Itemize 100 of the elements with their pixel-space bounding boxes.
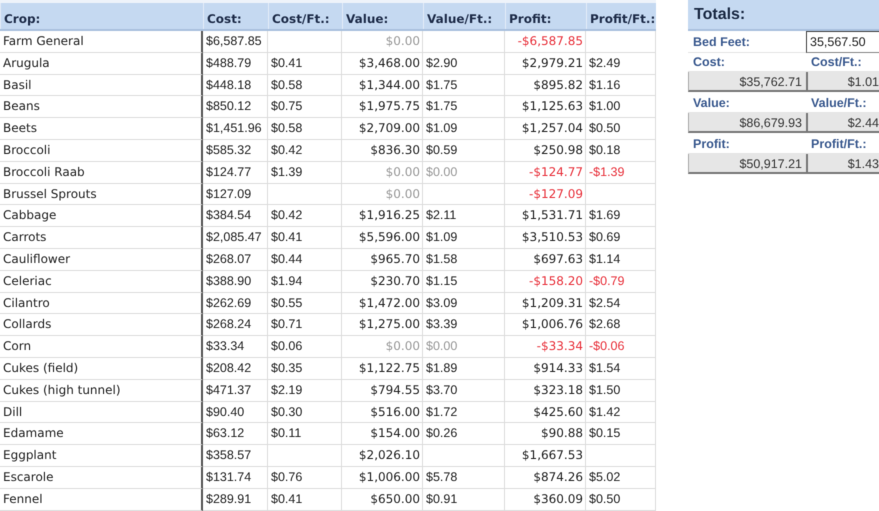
table-cell: $33.34	[203, 336, 268, 358]
table-cell: $5,596.00	[342, 227, 423, 249]
table-cell: Edamame	[0, 423, 203, 446]
total-value: $86,679.93	[688, 112, 806, 132]
table-cell: $488.79	[203, 52, 268, 75]
table-cell: $3,468.00	[342, 52, 423, 75]
table-cell: $3.09	[423, 292, 505, 314]
table-cell: $90.40	[203, 402, 268, 424]
table-cell: $1.54	[586, 358, 656, 380]
total-value: $1.43	[806, 154, 879, 174]
table-cell: $1.14	[586, 248, 656, 271]
column-header: Cost:	[203, 3, 268, 29]
table-cell: $230.70	[342, 270, 423, 293]
table-cell: $268.24	[203, 314, 268, 336]
table-cell: $1,006.00	[342, 466, 423, 489]
table-cell: -$0.79	[586, 270, 656, 293]
table-cell: $1,275.00	[342, 314, 423, 336]
table-cell: $874.26	[505, 466, 586, 489]
table-cell: $1,257.04	[505, 118, 586, 140]
table-cell: $0.00	[423, 162, 505, 184]
table-cell: Brussel Sprouts	[0, 184, 203, 206]
table-cell: $895.82	[505, 74, 586, 96]
table-cell: $63.12	[203, 423, 268, 446]
table-cell: $1,451.96	[203, 118, 268, 140]
table-cell: Dill	[0, 402, 203, 424]
table-cell: $0.55	[268, 292, 342, 314]
table-cell: $1.69	[586, 205, 656, 228]
table-cell: Fennel	[0, 488, 203, 511]
table-cell: $5.78	[423, 466, 505, 489]
table-cell: $2,709.00	[342, 118, 423, 140]
table-cell: $2.90	[423, 52, 505, 75]
table-cell: $90.88	[505, 423, 586, 446]
table-cell: $0.44	[268, 248, 342, 271]
table-cell: Carrots	[0, 227, 203, 249]
table-cell: Broccoli Raab	[0, 162, 203, 184]
table-cell: $208.42	[203, 358, 268, 380]
column-header: Value:	[342, 3, 423, 29]
table-cell: $0.00	[342, 336, 423, 358]
table-cell: $1.16	[586, 74, 656, 96]
table-cell: Cukes (high tunnel)	[0, 380, 203, 402]
table-cell: Basil	[0, 74, 203, 96]
table-cell: $1.09	[423, 118, 505, 140]
total-label: Bed Feet:	[688, 31, 806, 52]
table-cell: $0.00	[423, 336, 505, 358]
table-cell: Cauliflower	[0, 248, 203, 271]
table-cell: $794.55	[342, 380, 423, 402]
table-cell: -$6,587.85	[505, 31, 586, 53]
column-header: Value/Ft.:	[423, 3, 505, 29]
table-cell: $425.60	[505, 402, 586, 424]
table-cell: $360.09	[505, 488, 586, 511]
table-cell: $516.00	[342, 402, 423, 424]
table-cell: Cukes (field)	[0, 358, 203, 380]
table-cell: $1,472.00	[342, 292, 423, 314]
table-cell: $0.11	[268, 423, 342, 446]
table-cell: $388.90	[203, 270, 268, 293]
table-cell: $0.00	[342, 162, 423, 184]
table-cell: $2.19	[268, 380, 342, 402]
table-cell: $2,026.10	[342, 445, 423, 467]
table-cell: Beets	[0, 118, 203, 140]
table-cell: $1.58	[423, 248, 505, 271]
table-cell: $262.69	[203, 292, 268, 314]
table-cell: $850.12	[203, 96, 268, 118]
table-cell: -$158.20	[505, 270, 586, 293]
table-cell: $154.00	[342, 423, 423, 446]
column-header: Crop:	[0, 3, 203, 29]
total-value: $2.44	[806, 112, 879, 132]
table-cell: $0.18	[586, 140, 656, 162]
table-cell: $2.68	[586, 314, 656, 336]
table-cell: $1.09	[423, 227, 505, 249]
table-cell: $1.72	[423, 402, 505, 424]
column-header: Profit/Ft.:	[586, 3, 656, 29]
table-cell: $0.75	[268, 96, 342, 118]
table-cell: Beans	[0, 96, 203, 118]
table-cell: Arugula	[0, 52, 203, 75]
table-cell: $323.18	[505, 380, 586, 402]
total-value: $50,917.21	[688, 154, 806, 174]
table-cell: $0.50	[586, 488, 656, 511]
table-cell: Corn	[0, 336, 203, 358]
table-cell: $1,975.75	[342, 96, 423, 118]
table-cell: $1.75	[423, 74, 505, 96]
table-cell: $3.39	[423, 314, 505, 336]
table-cell: -$127.09	[505, 184, 586, 206]
table-cell: $2.11	[423, 205, 505, 228]
table-cell: Eggplant	[0, 445, 203, 467]
empty-cell	[586, 445, 656, 467]
table-cell: $0.35	[268, 358, 342, 380]
table-cell: $384.54	[203, 205, 268, 228]
table-cell: $1.94	[268, 270, 342, 293]
table-cell: $0.42	[268, 140, 342, 162]
table-cell: $6,587.85	[203, 31, 268, 53]
table-cell: $0.42	[268, 205, 342, 228]
table-cell: $3.70	[423, 380, 505, 402]
table-cell: Cabbage	[0, 205, 203, 228]
table-cell: $127.09	[203, 184, 268, 206]
total-value: 35,567.50	[806, 31, 879, 52]
table-cell: $0.71	[268, 314, 342, 336]
total-value: $1.01	[806, 72, 879, 92]
table-cell: $0.30	[268, 402, 342, 424]
table-cell: $697.63	[505, 248, 586, 271]
table-cell: $0.00	[342, 31, 423, 53]
